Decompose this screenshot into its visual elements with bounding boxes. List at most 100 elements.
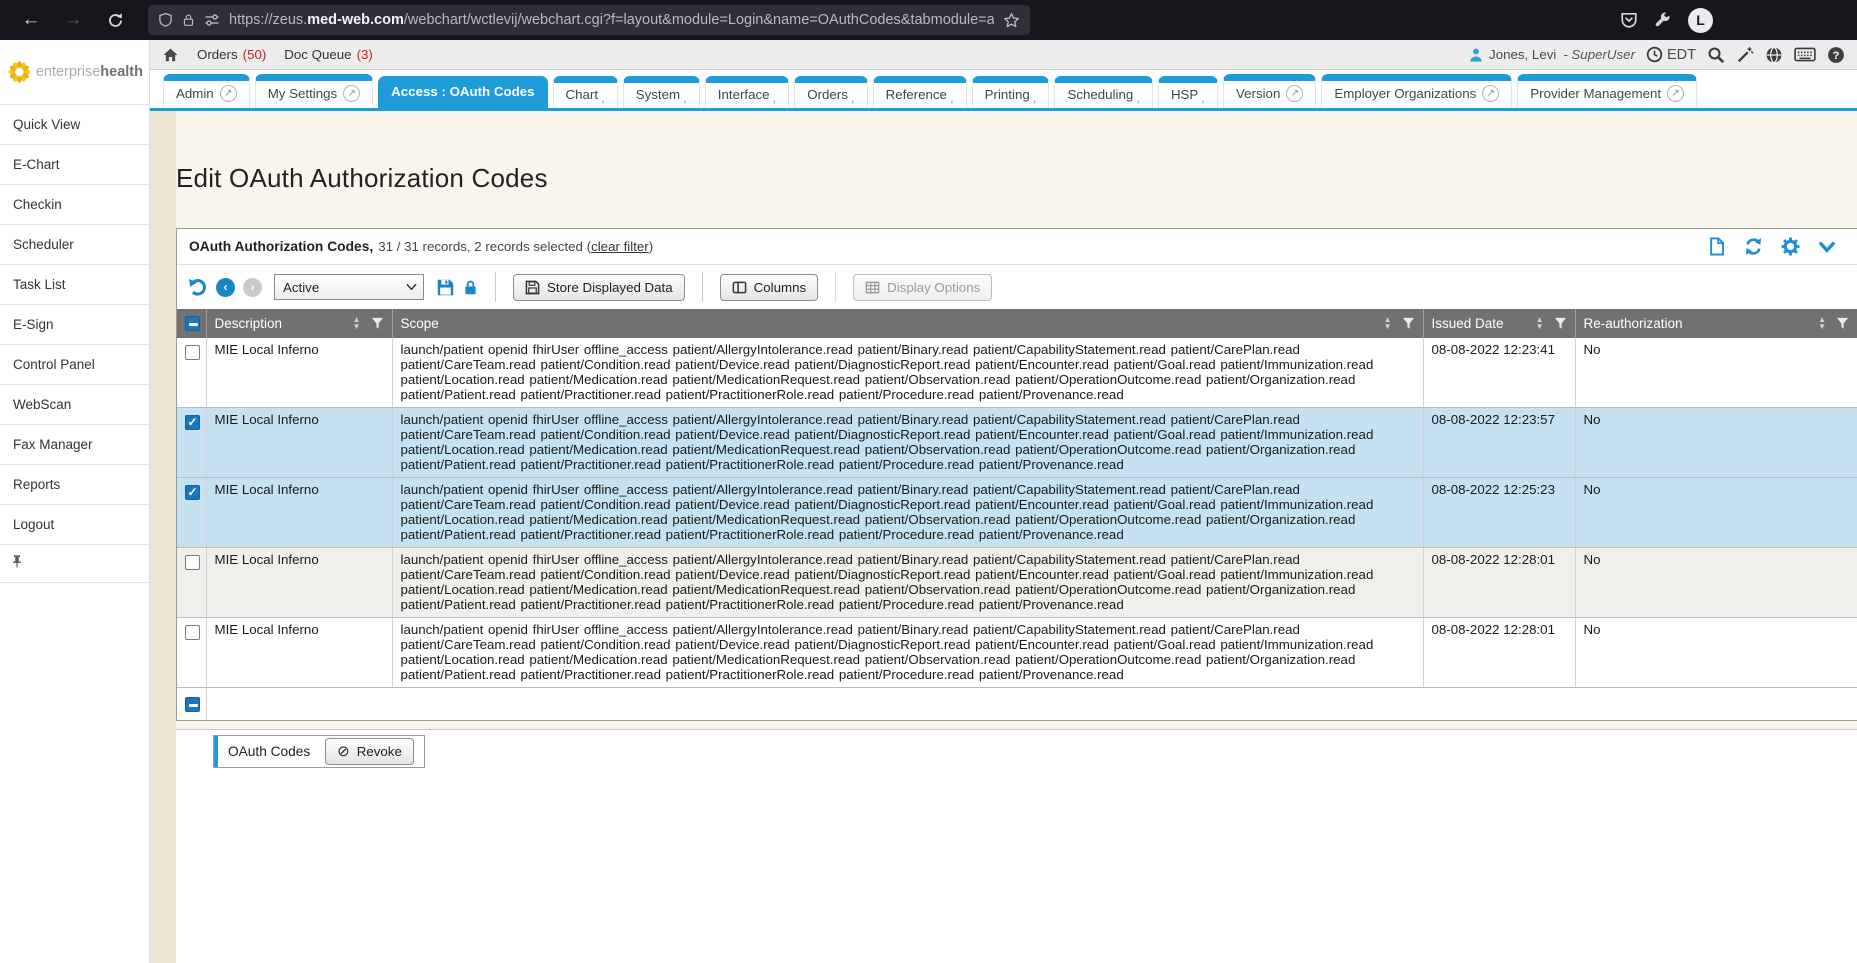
display-options-button[interactable]: Display Options — [853, 274, 992, 301]
table-row[interactable]: MIE Local Inferno launch/patient openid … — [177, 338, 1857, 408]
browser-forward-button[interactable]: → — [56, 5, 90, 35]
new-record-button[interactable] — [1707, 237, 1726, 256]
filter-icon[interactable] — [1836, 317, 1849, 330]
sidebar-item[interactable]: Quick View — [0, 105, 149, 145]
browser-back-button[interactable]: ← — [14, 5, 48, 35]
module-tab[interactable]: System, ↗ — [623, 76, 700, 108]
sidebar-item[interactable]: Scheduler — [0, 225, 149, 265]
lock-filter-button[interactable] — [463, 278, 478, 297]
module-tab[interactable]: Version, ↗ — [1223, 74, 1316, 108]
cell-issued-date: 08-08-2022 12:23:41 — [1423, 338, 1575, 408]
sidebar-item[interactable]: E-Sign — [0, 305, 149, 345]
doc-queue-link[interactable]: Doc Queue(3) — [284, 47, 373, 62]
row-checkbox[interactable] — [185, 345, 200, 360]
browser-reload-button[interactable] — [98, 5, 132, 35]
module-tab[interactable]: Reference, ↗ — [873, 76, 967, 108]
module-tab[interactable]: Chart, ↗ — [553, 76, 618, 108]
profile-avatar[interactable]: L — [1688, 8, 1713, 33]
help-button[interactable]: ? — [1827, 46, 1845, 64]
cell-issued-date: 08-08-2022 12:25:23 — [1423, 478, 1575, 548]
url-text: https://zeus.med-web.com/webchart/wctlev… — [229, 12, 994, 28]
module-tab[interactable]: Provider Management, ↗ — [1517, 74, 1697, 108]
tab-oauth-codes[interactable]: OAuth Codes — [218, 744, 325, 759]
table-row[interactable]: MIE Local Inferno launch/patient openid … — [177, 408, 1857, 478]
select-all-footer-checkbox[interactable] — [185, 697, 200, 712]
user-menu[interactable]: Jones, Levi - SuperUser — [1468, 47, 1635, 63]
next-page-button[interactable]: › — [243, 278, 262, 297]
settings-gear-button[interactable] — [1781, 237, 1800, 256]
table-row[interactable]: MIE Local Inferno launch/patient openid … — [177, 478, 1857, 548]
record-filter-select[interactable]: Active — [274, 274, 424, 300]
row-checkbox[interactable] — [185, 415, 200, 430]
wrench-icon[interactable] — [1654, 11, 1672, 29]
module-tab[interactable]: Orders, ↗ — [794, 76, 867, 108]
cell-issued-date: 08-08-2022 12:28:01 — [1423, 618, 1575, 688]
sort-control[interactable]: ▲▼ — [1536, 317, 1544, 330]
columns-button[interactable]: Columns — [720, 274, 818, 301]
svg-text:?: ? — [1833, 49, 1840, 61]
previous-page-button[interactable]: ‹ — [216, 278, 235, 297]
cell-scope: launch/patient openid fhirUser offline_a… — [392, 478, 1423, 548]
sidebar-item[interactable]: Fax Manager — [0, 425, 149, 465]
language-button[interactable] — [1765, 46, 1783, 64]
module-tab[interactable]: Interface, ↗ — [705, 76, 789, 108]
row-checkbox[interactable] — [185, 555, 200, 570]
module-tab[interactable]: HSP, ↗ — [1158, 76, 1218, 108]
sidebar-pin[interactable] — [0, 545, 149, 583]
save-filter-button[interactable] — [436, 278, 455, 297]
module-tab[interactable]: Admin, ↗ — [163, 74, 250, 108]
sidebar-item[interactable]: Control Panel — [0, 345, 149, 385]
url-bar[interactable]: https://zeus.med-web.com/webchart/wctlev… — [148, 5, 1030, 35]
home-button[interactable] — [162, 47, 179, 63]
sort-control[interactable]: ▲▼ — [1384, 317, 1392, 330]
sidebar-item[interactable]: Checkin — [0, 185, 149, 225]
help-icon: ? — [1827, 46, 1845, 64]
orders-link[interactable]: Orders(50) — [197, 47, 266, 62]
pocket-icon[interactable] — [1620, 11, 1638, 29]
search-button[interactable] — [1707, 46, 1725, 64]
quick-actions-button[interactable] — [1736, 46, 1754, 64]
timezone-control[interactable]: EDT — [1646, 46, 1696, 63]
toolbar-separator — [835, 272, 836, 302]
permissions-icon[interactable] — [204, 12, 220, 28]
module-tab[interactable]: Printing, ↗ — [972, 76, 1050, 108]
sidebar-item[interactable]: WebScan — [0, 385, 149, 425]
tab-corner-mark: , — [1201, 90, 1205, 105]
sidebar-item[interactable]: Reports — [0, 465, 149, 505]
sort-control[interactable]: ▲▼ — [1818, 317, 1826, 330]
store-displayed-data-button[interactable]: Store Displayed Data — [513, 274, 685, 301]
filter-icon[interactable] — [371, 317, 384, 330]
revoke-button[interactable]: ⊘ Revoke — [325, 738, 414, 765]
table-toolbar: ‹ › Active Store Displayed Data — [177, 265, 1857, 309]
table-row[interactable]: MIE Local Inferno launch/patient openid … — [177, 548, 1857, 618]
cell-scope: launch/patient openid fhirUser offline_a… — [392, 338, 1423, 408]
module-tab[interactable]: My Settings, ↗ — [255, 74, 373, 108]
bookmark-star-icon[interactable] — [1003, 12, 1020, 29]
table-footer-row — [177, 688, 1857, 720]
keyboard-icon — [1794, 46, 1816, 63]
cell-reauthorization: No — [1575, 408, 1857, 478]
module-tab[interactable]: Access : OAuth Codes, ↗ — [378, 76, 547, 108]
row-checkbox[interactable] — [185, 485, 200, 500]
module-tab[interactable]: Scheduling, ↗ — [1054, 76, 1153, 108]
sidebar-item[interactable]: Task List — [0, 265, 149, 305]
filter-icon[interactable] — [1554, 317, 1567, 330]
clear-filter-link[interactable]: clear filter — [591, 239, 649, 254]
collapse-panel-button[interactable] — [1817, 238, 1837, 256]
module-tab[interactable]: Employer Organizations, ↗ — [1321, 74, 1512, 108]
sort-control[interactable]: ▲▼ — [353, 317, 361, 330]
table-header-row: Description▲▼ Scope▲▼ Issued Date▲▼ Re-a… — [177, 309, 1857, 338]
table-row[interactable]: MIE Local Inferno launch/patient openid … — [177, 618, 1857, 688]
toolbar-separator — [702, 272, 703, 302]
row-checkbox[interactable] — [185, 625, 200, 640]
select-all-checkbox[interactable] — [185, 316, 200, 331]
shield-icon — [158, 12, 173, 28]
sidebar-item[interactable]: Logout — [0, 505, 149, 545]
reload-icon — [107, 12, 124, 29]
on-screen-keyboard-button[interactable] — [1794, 46, 1816, 63]
filter-icon[interactable] — [1402, 317, 1415, 330]
sidebar-item[interactable]: E-Chart — [0, 145, 149, 185]
refresh-button[interactable] — [1743, 237, 1764, 256]
undo-button[interactable] — [187, 277, 208, 297]
cell-description: MIE Local Inferno — [206, 478, 392, 548]
